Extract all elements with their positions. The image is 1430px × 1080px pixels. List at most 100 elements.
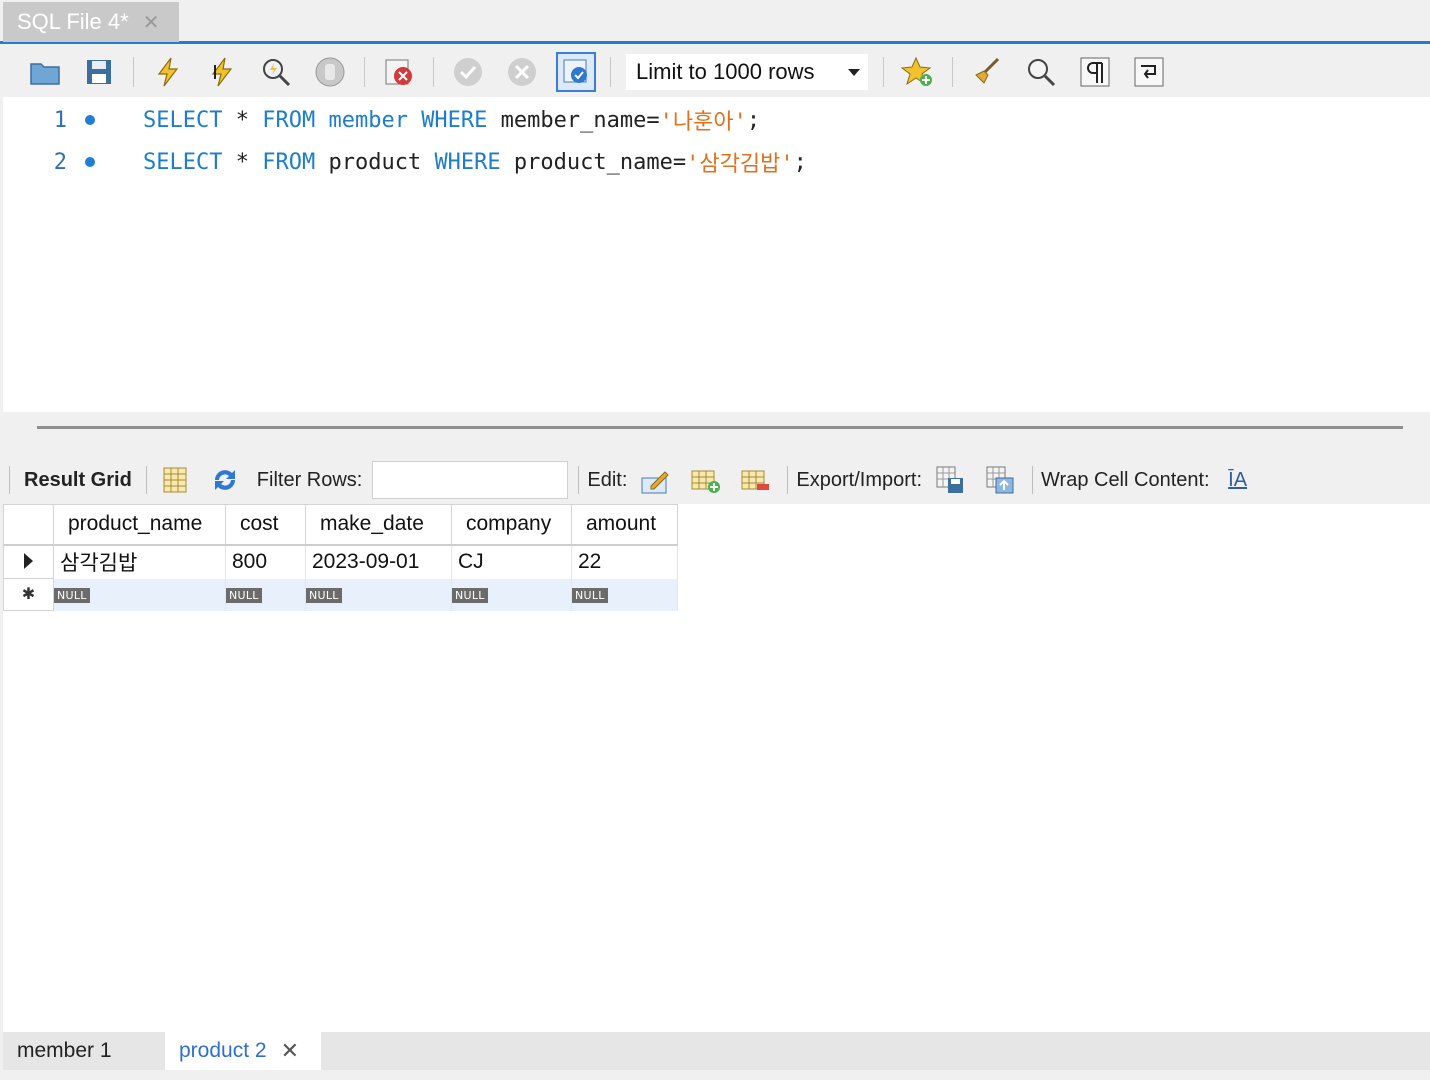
refresh-button[interactable] (207, 462, 243, 498)
beautify-button[interactable] (967, 52, 1007, 92)
tab-label: member 1 (17, 1039, 112, 1062)
stop-button[interactable] (310, 52, 350, 92)
statement-marker-icon (85, 157, 95, 167)
sql-editor[interactable]: 1 SELECT * FROM member WHERE member_name… (3, 97, 1430, 412)
export-button[interactable] (932, 462, 968, 498)
save-icon (87, 60, 111, 84)
result-grid[interactable]: product_name cost make_date company amou… (3, 504, 1430, 1032)
pencil-grid-icon (641, 471, 670, 494)
sql-text: product_name= (500, 149, 687, 175)
stop-hand-icon (315, 57, 345, 87)
execute-current-button[interactable] (202, 52, 242, 92)
column-header[interactable]: product_name (53, 504, 226, 546)
row-selector[interactable] (3, 544, 54, 579)
table-cell[interactable]: 2023-09-01 (305, 544, 452, 579)
invisible-chars-button[interactable] (1075, 52, 1115, 92)
close-icon[interactable]: ✕ (281, 1038, 299, 1064)
null-badge: NULL (54, 587, 90, 603)
row-selector[interactable]: ✱ (3, 578, 54, 611)
grid-columns-icon (163, 467, 187, 493)
table-cell[interactable]: 22 (571, 544, 678, 579)
table-cell[interactable]: NULL (451, 578, 572, 611)
stop-on-error-icon (385, 59, 412, 85)
wrap-cell-toggle[interactable]: ĪA (1220, 462, 1256, 498)
result-toolbar: Result Grid Filter Rows: Edit: Export/Im… (3, 456, 1430, 504)
table-cell[interactable]: NULL (225, 578, 306, 611)
edit-label: Edit: (587, 468, 628, 491)
commit-button[interactable] (448, 52, 488, 92)
filter-rows-label: Filter Rows: (256, 468, 363, 491)
save-file-button[interactable] (79, 52, 119, 92)
insert-row-button[interactable] (687, 462, 723, 498)
toolbar-separator (578, 466, 580, 494)
tab-title: SQL File 4* (17, 9, 129, 34)
column-header[interactable]: amount (571, 504, 678, 546)
table-cell[interactable]: 삼각김밥 (53, 544, 226, 579)
tab-sql-file[interactable]: SQL File 4* ✕ (3, 2, 179, 42)
new-row[interactable]: ✱ NULL NULL NULL NULL NULL (3, 578, 678, 611)
sql-text: member_name= (487, 107, 660, 133)
tab-member-1[interactable]: member 1 (3, 1032, 163, 1070)
tab-label: product 2 (179, 1039, 267, 1062)
editor-line: 1 SELECT * FROM member WHERE member_name… (3, 100, 1403, 140)
pilcrow-icon (1080, 57, 1110, 87)
sql-keyword: SELECT (143, 107, 223, 133)
header-row: product_name cost make_date company amou… (3, 504, 678, 546)
filter-rows-input[interactable] (372, 461, 569, 499)
toolbar-separator (364, 57, 365, 87)
column-header[interactable]: cost (225, 504, 306, 546)
sql-table-name: member (315, 107, 422, 133)
table-cell[interactable]: NULL (53, 578, 226, 611)
table-cell[interactable]: CJ (451, 544, 572, 579)
folder-icon (30, 63, 60, 85)
table-cell[interactable]: 800 (225, 544, 306, 579)
column-header[interactable]: company (451, 504, 572, 546)
add-snippet-button[interactable] (898, 52, 938, 92)
limit-rows-select[interactable]: Limit to 1000 rows (625, 53, 869, 91)
search-icon (1028, 59, 1056, 87)
toolbar-separator (133, 57, 134, 87)
execute-all-button[interactable] (148, 52, 188, 92)
explain-button[interactable] (256, 52, 296, 92)
word-wrap-button[interactable] (1129, 52, 1169, 92)
result-tabs: member 1 product 2 ✕ (3, 1032, 1430, 1070)
line-number: 2 (53, 149, 67, 175)
import-button[interactable] (982, 462, 1018, 498)
new-row-icon: ✱ (21, 586, 36, 603)
splitter-handle[interactable] (37, 426, 1403, 429)
panel-splitter[interactable] (3, 412, 1430, 456)
autocommit-toggle[interactable] (556, 52, 596, 92)
rollback-button[interactable] (502, 52, 542, 92)
sql-keyword: FROM (262, 107, 316, 133)
find-button[interactable] (1021, 52, 1061, 92)
sql-editor-window: SQL File 4* ✕ Limit to 1000 rows 1 SELEC… (0, 0, 1430, 1080)
tab-close-icon[interactable]: ✕ (143, 10, 160, 35)
column-header[interactable]: make_date (305, 504, 452, 546)
grid-view-button[interactable] (157, 462, 193, 498)
tab-product-2[interactable]: product 2 ✕ (165, 1032, 321, 1070)
table-cell[interactable]: NULL (571, 578, 678, 611)
result-grid-tab[interactable]: Result Grid (24, 469, 132, 492)
table-row[interactable]: 삼각김밥 800 2023-09-01 CJ 22 (3, 544, 678, 579)
null-badge: NULL (306, 587, 342, 603)
edit-row-button[interactable] (637, 462, 673, 498)
line-number: 1 (53, 107, 67, 133)
add-row-icon (691, 470, 721, 493)
toolbar-separator (433, 57, 434, 87)
stop-on-error-button[interactable] (379, 52, 419, 92)
wrap-icon (1134, 57, 1164, 87)
table-cell[interactable]: NULL (305, 578, 452, 611)
sql-keyword: WHERE (421, 107, 488, 133)
file-tab-strip: SQL File 4* ✕ (0, 0, 1430, 44)
statement-marker-icon (85, 115, 95, 125)
open-file-button[interactable] (25, 52, 65, 92)
star-plus-icon (901, 56, 932, 86)
sql-string: '삼각김밥' (686, 152, 794, 177)
sql-text: * (222, 107, 263, 133)
delete-row-button[interactable] (737, 462, 773, 498)
current-row-icon (24, 552, 33, 569)
import-icon (986, 466, 1014, 494)
row-header-corner (3, 504, 54, 546)
sql-keyword: FROM (262, 149, 316, 175)
sql-text: * (222, 149, 263, 175)
